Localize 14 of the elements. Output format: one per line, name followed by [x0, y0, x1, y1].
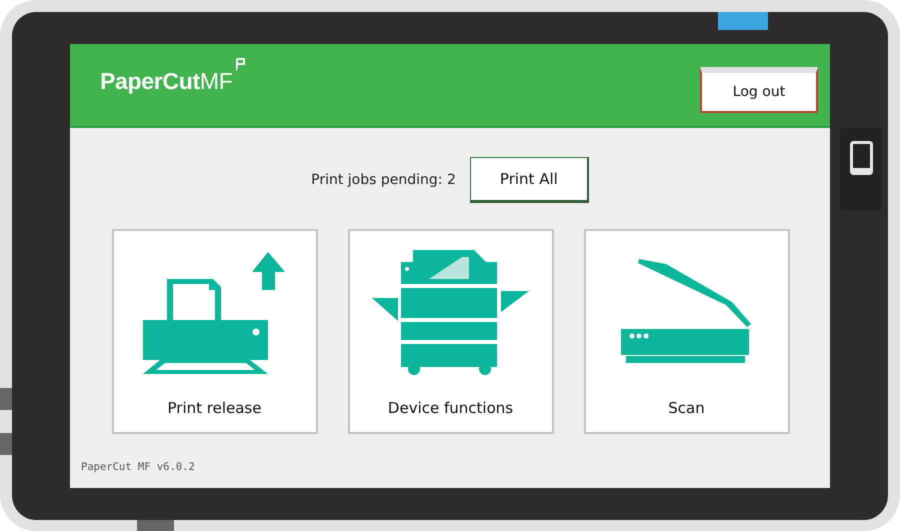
copier-icon — [372, 250, 529, 375]
printer-icon — [143, 252, 285, 374]
logo: PaperCutMF — [100, 68, 232, 95]
indicator-light — [718, 12, 768, 30]
print-all-button[interactable]: Print All — [470, 157, 589, 203]
leaf-icon — [235, 58, 246, 71]
pending-jobs-label: Print jobs pending: 2 — [311, 172, 456, 188]
version-label: PaperCut MF v6.0.2 — [81, 461, 196, 473]
scan-tile[interactable]: Scan — [584, 229, 790, 434]
device-functions-tile[interactable]: Device functions — [348, 229, 554, 434]
print-release-tile[interactable]: Print release — [112, 229, 318, 434]
scanner-icon — [621, 259, 751, 363]
logout-button[interactable]: Log out — [700, 67, 818, 113]
phone-icon — [850, 141, 872, 175]
